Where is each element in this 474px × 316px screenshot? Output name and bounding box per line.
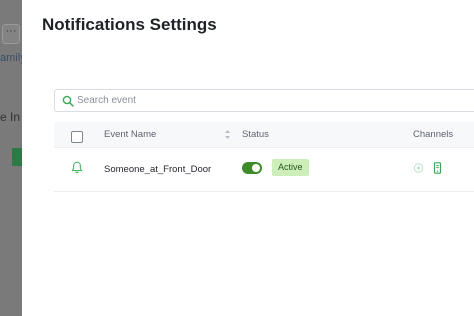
bell-icon (71, 161, 83, 174)
status-badge: Active (272, 159, 309, 176)
background-more-button: ··· (2, 24, 20, 44)
search-box[interactable] (54, 89, 474, 112)
background-app: ··· amily e In (0, 0, 22, 316)
background-green-bar (12, 148, 22, 166)
app-notification-icon (413, 163, 424, 173)
notifications-settings-modal: Notifications Settings Event Name Status… (22, 0, 474, 316)
background-link: amily (0, 52, 22, 64)
event-toggle[interactable] (242, 162, 262, 174)
background-text: e In (0, 110, 21, 124)
table-header: Event Name Status Channels (54, 122, 474, 148)
search-icon (62, 95, 74, 107)
sort-icon[interactable] (224, 129, 231, 140)
event-name: Someone_at_Front_Door (104, 164, 212, 175)
table-row[interactable]: Someone_at_Front_Door Active (54, 148, 474, 192)
column-header-channels: Channels (413, 129, 454, 140)
column-header-status: Status (242, 129, 269, 140)
search-input[interactable] (77, 92, 457, 109)
mobile-phone-icon (433, 162, 442, 174)
modal-title: Notifications Settings (42, 15, 217, 34)
select-all-checkbox[interactable] (71, 131, 83, 143)
column-header-event-name[interactable]: Event Name (104, 129, 156, 140)
events-table: Event Name Status Channels Someone_at_Fr… (54, 122, 474, 192)
